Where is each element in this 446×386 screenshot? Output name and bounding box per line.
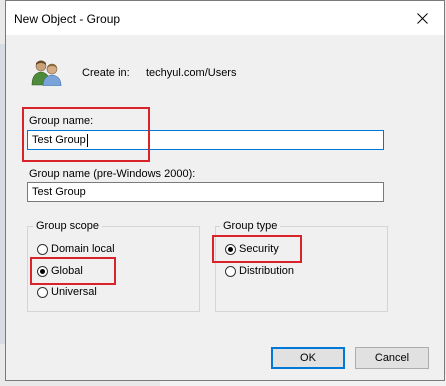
group-name-pre2000-input[interactable]: Test Group [27,182,384,202]
highlight-group-name [22,107,150,162]
radio-label: Distribution [239,265,295,277]
radio-universal[interactable]: Universal [37,286,97,298]
close-icon [416,12,428,24]
radio-label: Universal [51,286,97,298]
new-object-group-dialog: New Object - Group Create in: techyul.co… [5,0,445,381]
group-name-pre2000-label: Group name (pre-Windows 2000): [29,168,196,180]
group-name-pre2000-value: Test Group [32,186,86,198]
highlight-global [30,257,116,285]
title-bar: New Object - Group [6,1,444,35]
radio-domain-local[interactable]: Domain local [37,243,115,255]
group-type-title: Group type [220,220,281,232]
group-scope-title: Group scope [33,220,102,232]
radio-circle [37,243,48,255]
create-in-label: Create in: [82,67,130,79]
radio-distribution[interactable]: Distribution [225,265,294,277]
cancel-button[interactable]: Cancel [355,347,429,369]
radio-label: Domain local [51,243,115,255]
radio-circle [225,265,236,277]
radio-circle [37,286,48,298]
window-title: New Object - Group [14,12,121,26]
highlight-security [212,235,302,263]
close-button[interactable] [402,2,442,34]
create-in-path: techyul.com/Users [146,67,237,79]
ok-button[interactable]: OK [271,347,345,369]
group-users-icon [31,60,62,86]
